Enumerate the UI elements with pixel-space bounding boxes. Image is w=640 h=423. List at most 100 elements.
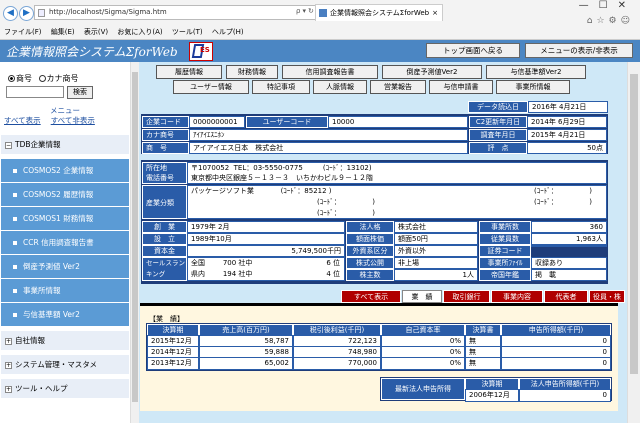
industry-value: パッケージソフト業 (ｺｰﾄﾞ：85212 ) (ｺｰﾄﾞ： ) (ｺｰﾄﾞ： )… xyxy=(187,185,607,219)
tab-special-notes[interactable]: 特記事項 xyxy=(252,80,310,94)
detail-tab-performance[interactable]: 業 績 xyxy=(402,290,442,303)
kana-value: ｱｲｱｲｴｽﾆﾎﾝ xyxy=(189,129,468,141)
detail-tab-banks[interactable]: 取引銀行 xyxy=(443,290,490,303)
group-tdb[interactable]: − TDB企業情報 xyxy=(1,134,129,154)
read-date-value: 2016年 4月21日 xyxy=(528,101,608,113)
par-label: 額面株価 xyxy=(346,233,394,245)
menu-toggle-button[interactable]: メニューの表示/非表示 xyxy=(525,43,633,58)
kana-label: カナ商号 xyxy=(142,129,189,141)
tab-credit-limit[interactable]: 与信基準額Ver2 xyxy=(486,65,586,79)
app-title: 企業情報照会システムΣforWeb xyxy=(6,45,178,59)
menu-bar: ファイル(F) 編集(E) 表示(V) お気に入り(A) ツール(T) ヘルプ(… xyxy=(0,26,640,39)
table-cell: 65,002 xyxy=(199,357,293,370)
hide-all-link[interactable]: すべて非表示 xyxy=(51,116,95,125)
radio-kana[interactable] xyxy=(38,75,46,82)
menu-item-ccr-report[interactable]: CCR 信用調査報告書 xyxy=(1,230,129,254)
menu-heading: メニュー xyxy=(50,106,80,115)
menu-item-cosmos2-company[interactable]: COSMOS2 企業情報 xyxy=(1,158,129,182)
back-icon[interactable]: ◀ xyxy=(3,6,18,21)
offices-label: 事業所数 xyxy=(479,221,531,233)
table-cell: 2013年12月 xyxy=(147,357,199,370)
user-code-label: ユーザーコード xyxy=(246,116,328,128)
detail-tab-all[interactable]: すべて表示 xyxy=(341,290,401,303)
search-button[interactable]: 検索 xyxy=(67,86,93,99)
latest-period-value: 2006年12月 xyxy=(465,389,519,402)
tab-user-info[interactable]: ユーザー情報 xyxy=(173,80,249,94)
menu-item-offices[interactable]: 事業所情報 xyxy=(1,278,129,302)
capital-value: 5,749,500千円 xyxy=(187,245,345,257)
collapse-icon: − xyxy=(5,141,12,149)
detail-tab-representative[interactable]: 代表者 xyxy=(544,290,588,303)
company-code-value: 0000000001 xyxy=(189,116,245,128)
office-file-value: 収録あり xyxy=(531,257,607,269)
company-name-value: アイアイエス日本 株式会社 xyxy=(189,142,468,154)
score-value: 50点 xyxy=(527,142,607,154)
menu-file[interactable]: ファイル(F) xyxy=(4,28,42,36)
survey-date-value: 2015年 4月21日 xyxy=(527,129,607,141)
address-phone-label: 所在地 電話番号 xyxy=(142,162,187,184)
established-value: 1989年10月 xyxy=(187,233,345,245)
close-icon[interactable]: × xyxy=(432,5,438,21)
radio-code[interactable] xyxy=(8,75,15,82)
tab-history[interactable]: 履歴情報 xyxy=(156,65,222,79)
tab-credit-application[interactable]: 与信申請書 xyxy=(429,80,493,94)
menu-item-cosmos1-finance[interactable]: COSMOS1 財務情報 xyxy=(1,206,129,230)
shareholders-value: 1人 xyxy=(394,269,478,281)
sidebar-scrollbar[interactable] xyxy=(130,62,139,423)
sales-rank-label: セールスランキング xyxy=(142,257,187,281)
app-logo: ES xyxy=(189,42,213,61)
listed-label: 株式公開 xyxy=(346,257,394,269)
search-input[interactable] xyxy=(6,86,64,98)
menu-edit[interactable]: 編集(E) xyxy=(51,28,75,36)
menu-item-bankruptcy[interactable]: 倒産予測値 Ver2 xyxy=(1,254,129,278)
established-label: 設 立 xyxy=(142,233,187,245)
forward-icon[interactable]: ▶ xyxy=(19,6,34,21)
score-label: 評 点 xyxy=(469,142,527,154)
tab-finance[interactable]: 財務情報 xyxy=(226,65,278,79)
sales-rank-value: 全国 700 社中 6 位 県内 194 社中 4 位 xyxy=(187,257,345,281)
detail-tab-officers[interactable]: 役員・株主 xyxy=(589,290,625,313)
table-cell: 0 xyxy=(501,357,611,370)
foreign-label: 外資系区分 xyxy=(346,245,394,257)
group-own-company[interactable]: + 自社情報 xyxy=(1,330,129,350)
menu-favorites[interactable]: お気に入り(A) xyxy=(117,28,162,36)
latest-income-value: 0 xyxy=(519,389,611,402)
office-file-label: 事業所ﾌｧｲﾙ xyxy=(479,257,531,269)
table-cell: 無 xyxy=(465,357,501,370)
capital-label: 資本金 xyxy=(142,245,187,257)
foreign-value: 外資以外 xyxy=(394,245,478,257)
industry-label: 産業分類 xyxy=(142,185,187,219)
table-cell: 770,000 xyxy=(293,357,381,370)
tab-office-info[interactable]: 事業所情報 xyxy=(496,80,570,94)
menu-help[interactable]: ヘルプ(H) xyxy=(212,28,244,36)
employees-label: 従業員数 xyxy=(479,233,531,245)
show-all-link[interactable]: すべて表示 xyxy=(4,116,41,125)
tab-sales-report[interactable]: 営業報告 xyxy=(370,80,426,94)
browser-tab[interactable]: 企業情報照会システムΣforWeb × xyxy=(315,4,443,21)
top-page-button[interactable]: トップ画面へ戻る xyxy=(426,43,520,58)
company-name-label: 商 号 xyxy=(142,142,189,154)
corp-type-value: 株式会社 xyxy=(394,221,478,233)
detail-tab-business[interactable]: 事業内容 xyxy=(491,290,543,303)
menu-tools[interactable]: ツール(T) xyxy=(172,28,203,36)
window-controls[interactable]: —☐✕ xyxy=(579,0,636,11)
group-system[interactable]: + システム管理・マスタメ xyxy=(1,354,129,374)
menu-item-credit[interactable]: 与信基準額 Ver2 xyxy=(1,302,129,326)
group-tools[interactable]: + ツール・ヘルプ xyxy=(1,378,129,398)
page-icon xyxy=(38,9,45,17)
expand-icon: + xyxy=(5,361,12,369)
tab-bankruptcy[interactable]: 倒産予測値Ver2 xyxy=(382,65,482,79)
toolbar-icons[interactable]: ⌂☆⚙☺ xyxy=(587,16,634,26)
address-controls[interactable]: ρ▾↻ xyxy=(296,7,316,15)
user-code-value: 10000 xyxy=(328,116,468,128)
search-type-radios: 商号 カナ商号 xyxy=(8,73,79,84)
survey-date-label: 調査年月日 xyxy=(469,129,527,141)
c2-update-value: 2014年 6月29日 xyxy=(527,116,607,128)
imperial-label: 帝国年鑑 xyxy=(479,269,531,281)
menu-view[interactable]: 表示(V) xyxy=(84,28,108,36)
tab-connections[interactable]: 人脈情報 xyxy=(313,80,367,94)
main-scrollbar[interactable] xyxy=(627,62,640,423)
menu-item-cosmos2-history[interactable]: COSMOS2 履歴情報 xyxy=(1,182,129,206)
founded-label: 創 業 xyxy=(142,221,187,233)
tab-credit-report[interactable]: 信用調査報告書 xyxy=(282,65,378,79)
